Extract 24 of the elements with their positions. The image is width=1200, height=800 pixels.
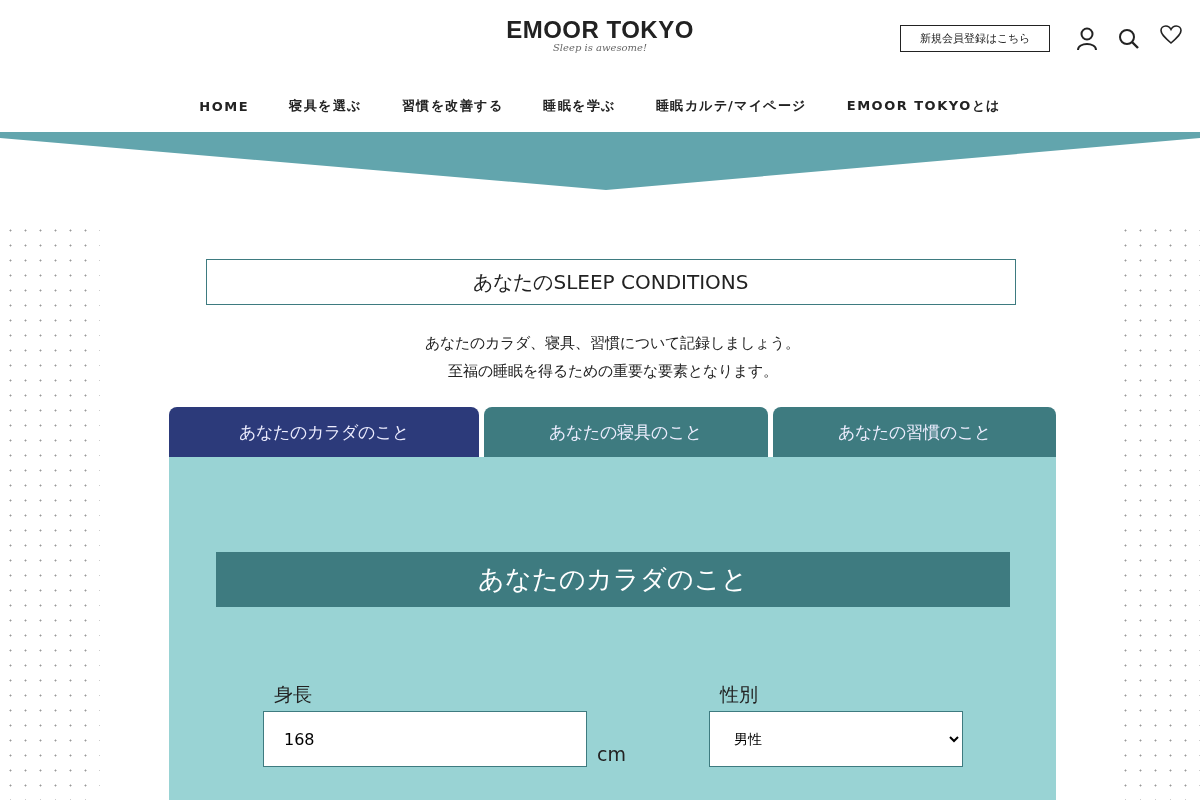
section-heading: あなたのカラダのこと bbox=[215, 552, 1010, 607]
intro-text: 至福の睡眠を得るための重要な要素となります。 bbox=[446, 361, 779, 382]
logo-text[interactable]: EMOOR TOKYO bbox=[506, 16, 694, 44]
tab[interactable]: あなたの寝具のこと bbox=[484, 407, 768, 457]
nav-link[interactable]: EMOOR TOKYOとは bbox=[846, 97, 1001, 115]
field-label: 性別 bbox=[720, 682, 759, 707]
gender-select[interactable]: 男性 bbox=[709, 711, 963, 767]
nav-link[interactable]: 寝具を選ぶ bbox=[289, 97, 362, 115]
height-input[interactable]: 168 bbox=[263, 711, 587, 767]
tab[interactable]: あなたのカラダのこと bbox=[169, 407, 480, 457]
register-link[interactable]: 新規会員登録はこちら bbox=[900, 25, 1050, 52]
search-icon[interactable] bbox=[1118, 27, 1140, 50]
unit-label: cm bbox=[597, 743, 626, 765]
logo-tagline: Sleep is awesome! bbox=[553, 42, 647, 53]
nav-link[interactable]: 睡眠を学ぶ bbox=[543, 97, 616, 115]
heart-icon[interactable] bbox=[1160, 24, 1182, 45]
intro-text: あなたのカラダ、寝具、習慣について記録しましょう。 bbox=[425, 333, 800, 354]
nav-link[interactable]: HOME bbox=[199, 98, 249, 114]
user-icon[interactable] bbox=[1076, 26, 1098, 51]
tab[interactable]: あなたの習慣のこと bbox=[772, 407, 1056, 457]
nav-link[interactable]: 習慣を改善する bbox=[401, 97, 503, 115]
nav-link[interactable]: 睡眠カルテ/マイページ bbox=[655, 97, 807, 115]
field-label: 身長 bbox=[274, 682, 313, 707]
page-title: あなたのSLEEP CONDITIONS bbox=[206, 259, 1016, 305]
